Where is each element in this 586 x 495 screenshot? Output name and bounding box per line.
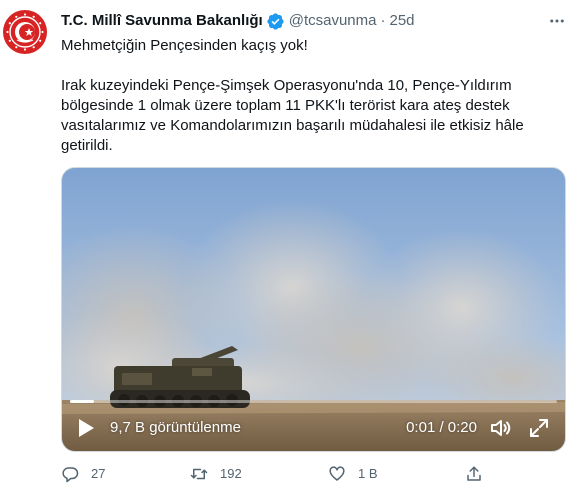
video-progress-fill	[70, 400, 95, 403]
reply-icon	[61, 465, 79, 483]
tweet-text: Mehmetçiğin Pençesinden kaçış yok! Irak …	[61, 36, 566, 156]
play-icon[interactable]	[76, 418, 96, 438]
heart-icon	[328, 465, 346, 483]
author-handle[interactable]: @tcsavunma	[289, 11, 377, 31]
verified-badge-icon	[266, 12, 285, 31]
retweet-icon	[190, 465, 208, 483]
reply-button[interactable]: 27	[61, 462, 105, 486]
retweet-count: 192	[220, 466, 242, 481]
reply-count: 27	[91, 466, 106, 481]
msb-emblem-icon	[3, 10, 47, 54]
video-timer: 0:01 / 0:20	[406, 419, 477, 436]
tweet-time[interactable]: 25d	[389, 11, 414, 31]
like-button[interactable]: 1 B	[328, 462, 378, 486]
tweet-card[interactable]: T.C. Millî Savunma Bakanlığı @tcsavunma …	[0, 0, 586, 495]
avatar[interactable]	[2, 9, 48, 55]
video-controls: 9,7 B görüntülenme 0:01 / 0:20	[62, 405, 565, 451]
video-view-count: 9,7 B görüntülenme	[110, 419, 241, 436]
like-count: 1 B	[358, 466, 378, 481]
video-progress-bar[interactable]	[70, 400, 557, 403]
tweet-actions: 27 192 1 B	[61, 462, 566, 486]
tweet-paragraph-1: Mehmetçiğin Pençesinden kaçış yok!	[61, 37, 308, 54]
tweet-paragraph-2: Irak kuzeyindeki Pençe-Şimşek Operasyonu…	[61, 77, 524, 154]
share-icon	[465, 465, 483, 483]
fullscreen-icon[interactable]	[527, 416, 551, 440]
author-name[interactable]: T.C. Millî Savunma Bakanlığı	[61, 11, 263, 31]
share-button[interactable]	[465, 462, 483, 486]
volume-icon[interactable]	[489, 416, 513, 440]
video-player[interactable]: 9,7 B görüntülenme 0:01 / 0:20	[61, 167, 566, 452]
more-options-icon[interactable]	[546, 10, 568, 32]
retweet-button[interactable]: 192	[190, 462, 242, 486]
tweet-header: T.C. Millî Savunma Bakanlığı @tcsavunma …	[61, 10, 572, 32]
separator-dot: ·	[380, 12, 386, 29]
